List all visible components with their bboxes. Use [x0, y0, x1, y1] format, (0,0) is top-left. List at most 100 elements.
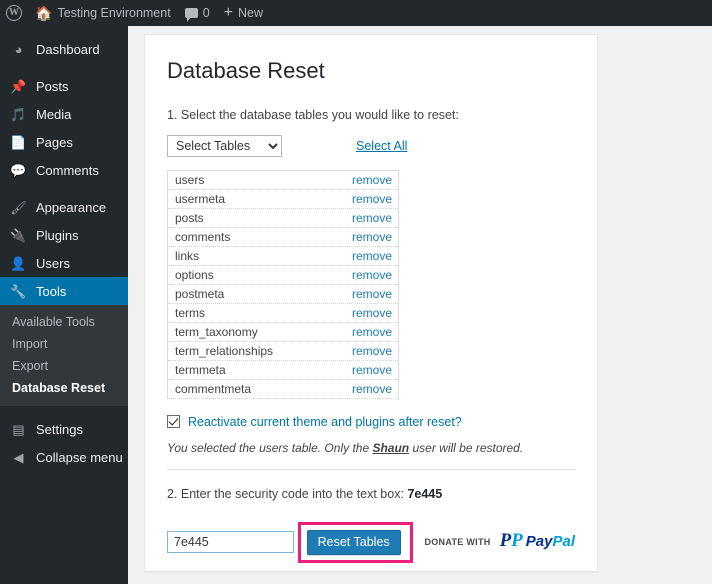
remove-table-link[interactable]: remove	[352, 363, 392, 377]
sidebar-spacer-top	[0, 26, 128, 35]
reactivate-label[interactable]: Reactivate current theme and plugins aft…	[188, 415, 462, 429]
note-after: user will be restored.	[409, 440, 524, 455]
sidebar-label-tools: Tools	[36, 283, 67, 299]
security-code-input[interactable]	[167, 530, 294, 553]
reset-tables-button[interactable]: Reset Tables	[306, 529, 401, 555]
remove-table-link[interactable]: remove	[352, 230, 392, 244]
table-row: comments remove	[168, 228, 398, 247]
sidebar-label-comments: Comments	[36, 162, 99, 178]
submenu-item-export[interactable]: Export	[0, 355, 128, 377]
comments-icon: 💬	[10, 162, 27, 178]
reactivate-checkbox[interactable]	[167, 415, 180, 429]
selected-tables-list: users remove usermeta remove posts remove comm…	[167, 169, 399, 399]
sidebar-label-settings: Settings	[36, 421, 83, 437]
new-label: New	[238, 6, 264, 20]
sidebar-label-pages: Pages	[36, 134, 73, 150]
remove-table-link[interactable]: remove	[352, 211, 392, 225]
table-row: termmeta remove	[168, 361, 398, 380]
remove-table-link[interactable]: remove	[352, 382, 392, 396]
wordpress-logo-menu[interactable]: W	[0, 0, 28, 26]
table-name: terms	[175, 305, 205, 320]
media-icon: 🎵	[10, 106, 27, 122]
pages-icon: 📄	[10, 134, 27, 150]
remove-table-link[interactable]: remove	[352, 306, 392, 320]
sidebar-label-collapse: Collapse menu	[36, 449, 123, 465]
plug-icon: 🔌	[10, 227, 27, 243]
reset-button-highlight: Reset Tables	[297, 521, 413, 563]
remove-table-link[interactable]: remove	[352, 325, 392, 339]
table-name: posts	[175, 210, 204, 225]
table-row: commentmeta remove	[168, 380, 398, 399]
table-row: term_relationships remove	[168, 342, 398, 361]
sidebar-item-pages[interactable]: 📄 Pages	[0, 128, 128, 156]
sidebar-item-collapse-menu[interactable]: ◀ Collapse menu	[0, 443, 128, 471]
sidebar-item-settings[interactable]: ▤ Settings	[0, 415, 128, 443]
table-name: comments	[175, 229, 231, 244]
sidebar-item-plugins[interactable]: 🔌 Plugins	[0, 221, 128, 249]
site-name-menu[interactable]: 🏠 Testing Environment	[28, 0, 178, 26]
select-row: Select Tablesusersusermetapostscommentsl…	[167, 134, 575, 157]
table-row: postmeta remove	[168, 285, 398, 304]
step-2-text: 2. Enter the security code into the text…	[167, 486, 404, 501]
security-code-value: 7e445	[407, 486, 443, 501]
sidebar-item-users[interactable]: 👤 Users	[0, 249, 128, 277]
new-content-menu[interactable]: + New	[217, 0, 270, 26]
paypal-mark-icon: PP	[499, 530, 523, 551]
select-all-link[interactable]: Select All	[356, 139, 407, 153]
comments-bubble-menu[interactable]: 0	[178, 0, 217, 26]
sidebar-label-users: Users	[36, 255, 70, 271]
paintbrush-icon: 🖌	[10, 199, 27, 215]
table-row: term_taxonomy remove	[168, 323, 398, 342]
sidebar-item-posts[interactable]: 📌 Posts	[0, 72, 128, 100]
note-before: You selected the users table. Only the	[167, 440, 373, 455]
plus-icon: +	[223, 4, 233, 21]
step-2-label: 2. Enter the security code into the text…	[167, 487, 575, 501]
remove-table-link[interactable]: remove	[352, 344, 392, 358]
remove-table-link[interactable]: remove	[352, 173, 392, 187]
table-row: usermeta remove	[168, 190, 398, 209]
remove-table-link[interactable]: remove	[352, 192, 392, 206]
table-name: termmeta	[175, 362, 226, 377]
pin-icon: 📌	[10, 78, 27, 94]
submenu-item-available-tools[interactable]: Available Tools	[0, 311, 128, 333]
note-username: Shaun	[372, 440, 410, 455]
site-name-label: Testing Environment	[57, 6, 171, 20]
sidebar-label-posts: Posts	[36, 78, 69, 94]
wordpress-logo-icon: W	[6, 5, 22, 21]
remove-table-link[interactable]: remove	[352, 268, 392, 282]
sidebar-item-comments[interactable]: 💬 Comments	[0, 156, 128, 184]
remove-table-link[interactable]: remove	[352, 287, 392, 301]
sidebar-label-dashboard: Dashboard	[36, 41, 100, 57]
section-divider	[167, 468, 575, 470]
sidebar-item-dashboard[interactable]: ◕ Dashboard	[0, 35, 128, 63]
table-name: term_relationships	[175, 343, 274, 358]
table-row: posts remove	[168, 209, 398, 228]
sidebar-label-media: Media	[36, 106, 72, 122]
submenu-item-database-reset[interactable]: Database Reset	[0, 377, 128, 399]
table-name: postmeta	[175, 286, 225, 301]
table-name: term_taxonomy	[175, 324, 258, 339]
table-name: usermeta	[175, 191, 226, 206]
sidebar-item-tools[interactable]: 🔧 Tools	[0, 277, 136, 305]
user-icon: 👤	[10, 255, 27, 271]
donate-with-paypal[interactable]: DONATE WITH PP PayPal	[424, 530, 575, 551]
remove-table-link[interactable]: remove	[352, 249, 392, 263]
comment-bubble-icon	[184, 8, 198, 22]
sidebar-label-appearance: Appearance	[36, 199, 107, 215]
donate-with-label: DONATE WITH	[424, 536, 491, 547]
comments-count: 0	[202, 6, 210, 20]
table-name: links	[175, 248, 200, 263]
sidebar-item-media[interactable]: 🎵 Media	[0, 100, 128, 128]
content-area: Database Reset 1. Select the database ta…	[128, 26, 712, 584]
submenu-item-import[interactable]: Import	[0, 333, 128, 355]
sidebar-item-appearance[interactable]: 🖌 Appearance	[0, 193, 128, 221]
table-name: commentmeta	[175, 381, 252, 396]
restore-note: You selected the users table. Only the S…	[167, 441, 575, 455]
tools-submenu: Available Tools Import Export Database R…	[0, 305, 128, 406]
table-name: options	[175, 267, 214, 282]
paypal-logo: PP PayPal	[499, 530, 575, 551]
tables-select[interactable]: Select Tablesusersusermetapostscommentsl…	[167, 134, 282, 157]
settings-icon: ▤	[12, 421, 25, 437]
